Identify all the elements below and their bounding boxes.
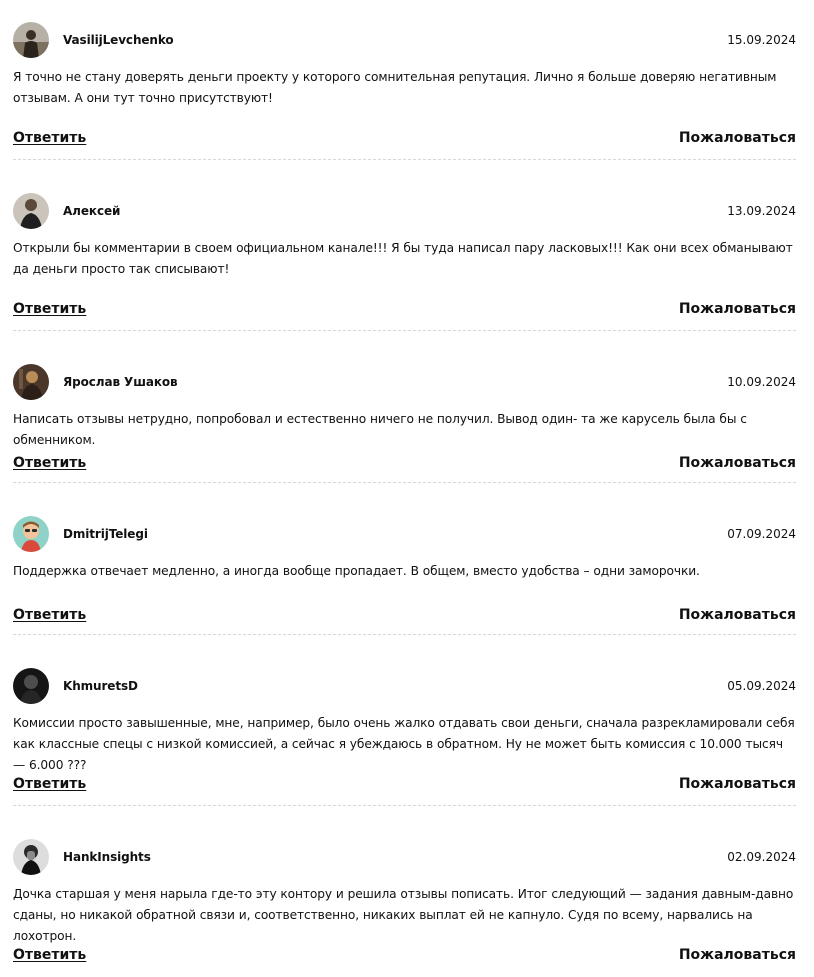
report-link[interactable]: Пожаловаться bbox=[679, 776, 796, 792]
report-link[interactable]: Пожаловаться bbox=[679, 130, 796, 146]
comment-item: Ярослав Ушаков 10.09.2024 Написать отзыв… bbox=[13, 342, 796, 494]
comment-text: Открыли бы комментарии в своем официальн… bbox=[13, 241, 793, 276]
comment-text: Дочка старшая у меня нарыла где-то эту к… bbox=[13, 887, 794, 943]
comment-divider bbox=[13, 482, 796, 483]
user-photo-icon bbox=[13, 192, 49, 229]
comment-date: 07.09.2024 bbox=[727, 526, 796, 541]
comment-header: KhmuretsD 05.09.2024 bbox=[13, 667, 796, 704]
comment-date: 02.09.2024 bbox=[727, 849, 796, 864]
user-photo-icon bbox=[13, 838, 49, 875]
avatar bbox=[13, 192, 49, 229]
comment-date: 13.09.2024 bbox=[727, 203, 796, 218]
reply-link[interactable]: Ответить bbox=[13, 947, 86, 963]
comment-item: Алексей 13.09.2024 Открыли бы комментари… bbox=[13, 171, 796, 342]
comment-author: HankInsights bbox=[63, 849, 151, 864]
reply-link[interactable]: Ответить bbox=[13, 607, 86, 623]
avatar bbox=[13, 21, 49, 58]
comment-header: VasilijLevchenko 15.09.2024 bbox=[13, 21, 796, 58]
report-link[interactable]: Пожаловаться bbox=[679, 301, 796, 317]
cartoon-avatar-icon bbox=[13, 515, 49, 552]
comment-divider bbox=[13, 634, 796, 635]
comment-header: HankInsights 02.09.2024 bbox=[13, 838, 796, 875]
comment-date: 15.09.2024 bbox=[727, 32, 796, 47]
reply-link[interactable]: Ответить bbox=[13, 455, 86, 471]
comment-text: Поддержка отвечает медленно, а иногда во… bbox=[13, 564, 700, 578]
comment-author: Алексей bbox=[63, 203, 121, 218]
comment-author: KhmuretsD bbox=[63, 678, 138, 693]
comment-divider bbox=[13, 805, 796, 806]
user-photo-icon bbox=[13, 21, 49, 58]
report-link[interactable]: Пожаловаться bbox=[679, 947, 796, 963]
comment-item: HankInsights 02.09.2024 Дочка старшая у … bbox=[13, 817, 796, 977]
report-link[interactable]: Пожаловаться bbox=[679, 607, 796, 623]
comment-header: Ярослав Ушаков 10.09.2024 bbox=[13, 363, 796, 400]
avatar bbox=[13, 838, 49, 875]
comment-item: VasilijLevchenko 15.09.2024 Я точно не с… bbox=[13, 0, 796, 171]
comment-date: 10.09.2024 bbox=[727, 374, 796, 389]
reply-link[interactable]: Ответить bbox=[13, 130, 86, 146]
report-link[interactable]: Пожаловаться bbox=[679, 455, 796, 471]
comment-date: 05.09.2024 bbox=[727, 678, 796, 693]
avatar bbox=[13, 667, 49, 704]
user-photo-icon bbox=[13, 363, 49, 400]
avatar bbox=[13, 363, 49, 400]
comment-actions: Ответить Пожаловаться bbox=[13, 773, 796, 795]
reply-link[interactable]: Ответить bbox=[13, 301, 86, 317]
comment-actions: Ответить Пожаловаться bbox=[13, 452, 796, 474]
comment-author: Ярослав Ушаков bbox=[63, 374, 178, 389]
comment-item: KhmuretsD 05.09.2024 Комиссии просто зав… bbox=[13, 646, 796, 817]
comment-text: Комиссии просто завышенные, мне, наприме… bbox=[13, 716, 795, 772]
comment-divider bbox=[13, 159, 796, 160]
comment-header: Алексей 13.09.2024 bbox=[13, 192, 796, 229]
comment-actions: Ответить Пожаловаться bbox=[13, 127, 796, 149]
comments-list: VasilijLevchenko 15.09.2024 Я точно не с… bbox=[0, 0, 814, 977]
comment-item: DmitrijTelegi 07.09.2024 Поддержка отвеч… bbox=[13, 494, 796, 646]
comment-actions: Ответить Пожаловаться bbox=[13, 604, 796, 626]
comment-author: DmitrijTelegi bbox=[63, 526, 148, 541]
comment-divider bbox=[13, 330, 796, 331]
comment-text: Я точно не стану доверять деньги проекту… bbox=[13, 70, 777, 105]
comment-text: Написать отзывы нетрудно, попробовал и е… bbox=[13, 412, 747, 447]
comment-header: DmitrijTelegi 07.09.2024 bbox=[13, 515, 796, 552]
comment-actions: Ответить Пожаловаться bbox=[13, 944, 796, 966]
reply-link[interactable]: Ответить bbox=[13, 776, 86, 792]
user-photo-icon bbox=[13, 667, 49, 704]
avatar bbox=[13, 515, 49, 552]
comment-author: VasilijLevchenko bbox=[63, 32, 174, 47]
comment-actions: Ответить Пожаловаться bbox=[13, 298, 796, 320]
